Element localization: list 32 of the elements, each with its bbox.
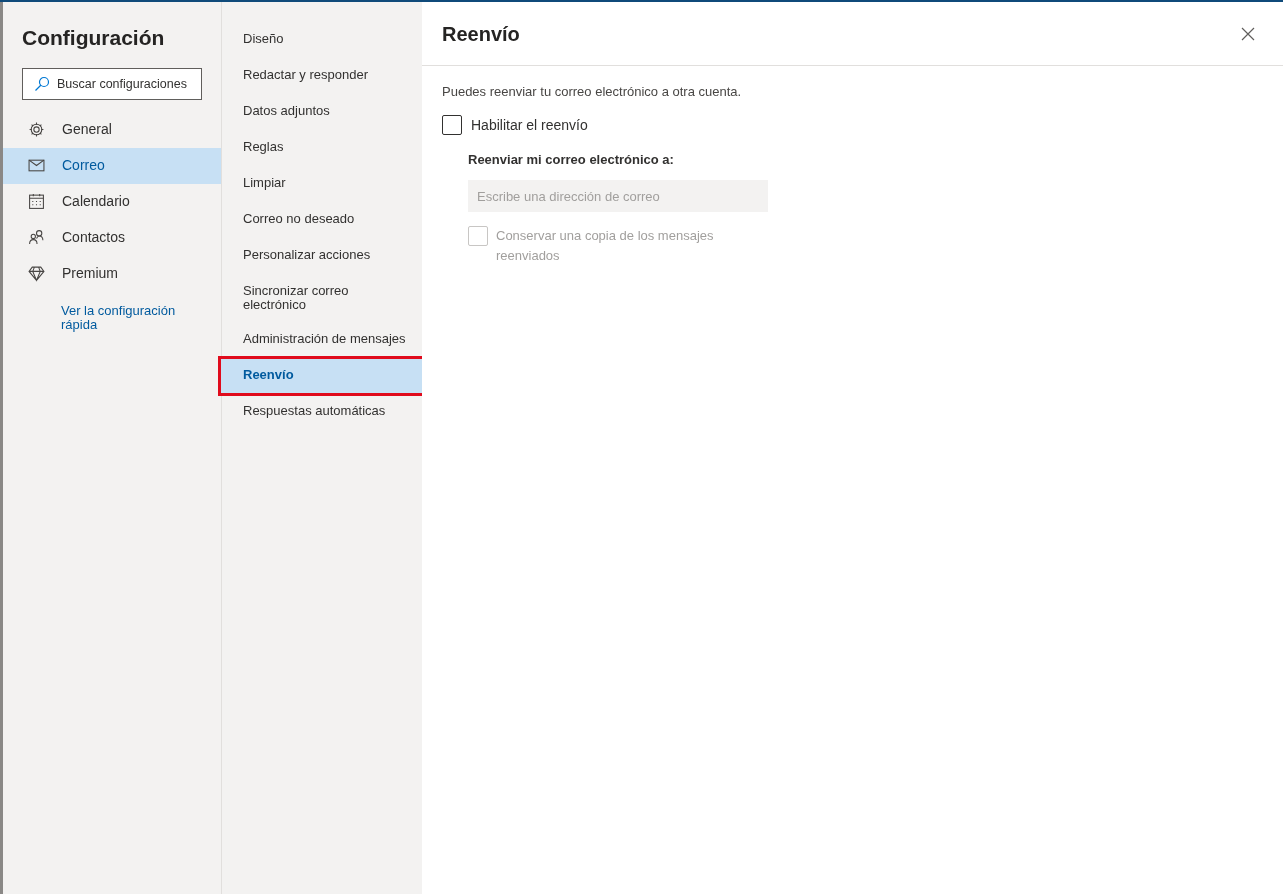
subnav-item[interactable]: Redactar y responder <box>222 58 422 94</box>
envelope-icon <box>28 157 45 174</box>
subnav-item[interactable]: Correo no deseado <box>222 202 422 238</box>
subnav-item[interactable]: Diseño <box>222 22 422 58</box>
close-button[interactable] <box>1241 25 1257 42</box>
subnav-item[interactable]: Respuestas automáticas <box>222 394 422 430</box>
nav-item[interactable]: General <box>3 111 221 148</box>
field-label: Reenviar mi correo electrónico a: <box>468 150 675 169</box>
subnav-item[interactable]: Datos adjuntos <box>222 94 422 130</box>
subnav-item[interactable]: Personalizar acciones <box>222 238 422 274</box>
checkbox-label: Conservar una copia de los mensajes reenviados <box>496 227 715 265</box>
search-field[interactable]: Buscar configuraciones <box>22 67 202 100</box>
checkbox-label: Habilitar el reenvío <box>471 115 588 135</box>
nav-item[interactable]: Premium <box>3 255 221 292</box>
settings-title: Configuración <box>21 25 166 51</box>
description-text: Puedes reenviar tu correo electrónico a otra cuenta. <box>442 83 743 101</box>
people-icon <box>28 229 45 246</box>
subnav-item[interactable]: Reenvío <box>220 358 424 394</box>
subnav-item[interactable]: Administración de mensajes <box>222 322 422 358</box>
quick-settings-link[interactable]: Ver la configuración rápida <box>3 291 221 332</box>
subnav-item[interactable]: Reglas <box>222 130 422 166</box>
calendar-icon <box>28 193 45 210</box>
nav-item[interactable]: Correo <box>3 147 221 184</box>
subnav-item[interactable]: Limpiar <box>222 166 422 202</box>
search-icon <box>34 75 50 92</box>
subnav-item[interactable]: Sincronizar correo electrónico <box>222 274 422 322</box>
gear-icon <box>28 121 45 138</box>
nav-item[interactable]: Contactos <box>3 219 221 256</box>
panel-title: Reenvío <box>442 21 520 47</box>
diamond-icon <box>28 265 45 282</box>
nav-item[interactable]: Calendario <box>3 183 221 220</box>
checkbox[interactable] <box>442 115 462 135</box>
